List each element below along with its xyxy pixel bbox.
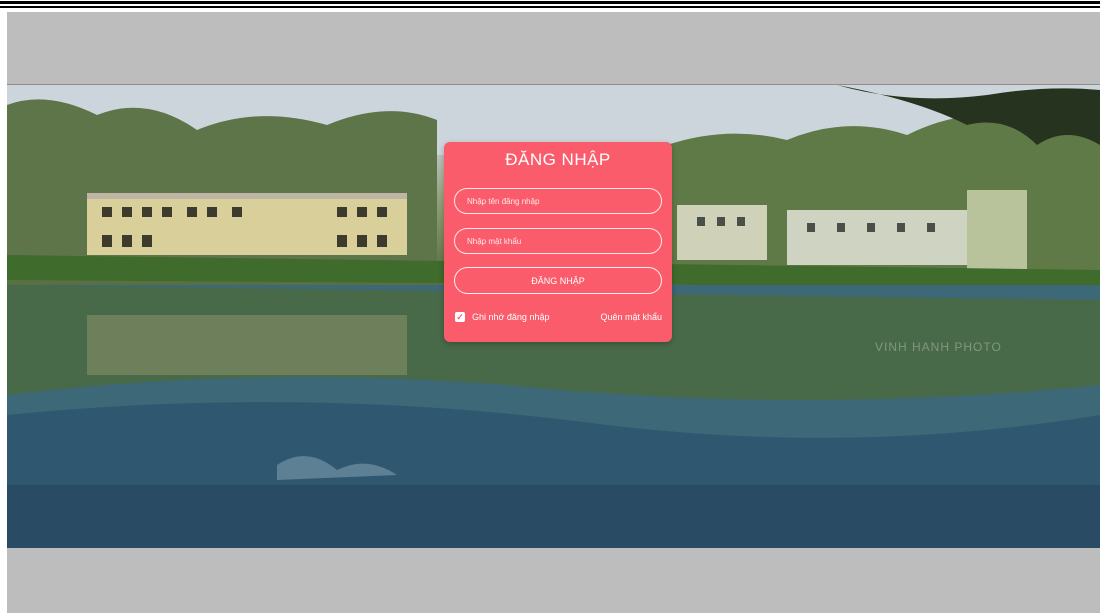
- login-card: ĐĂNG NHẬP ĐĂNG NHẬP ✓ Ghi nhớ đăng nhập …: [444, 142, 672, 342]
- remember-label: Ghi nhớ đăng nhập: [472, 312, 550, 322]
- page-frame: VINH HANH PHOTO ĐĂNG NHẬP ĐĂNG NHẬP ✓ Gh…: [7, 12, 1100, 613]
- remember-checkbox[interactable]: ✓: [455, 312, 465, 322]
- login-title: ĐĂNG NHẬP: [505, 150, 611, 169]
- login-button[interactable]: ĐĂNG NHẬP: [454, 267, 662, 294]
- top-border: [0, 0, 1100, 12]
- photo-watermark: VINH HANH PHOTO: [875, 340, 1002, 354]
- forgot-password-link[interactable]: Quên mật khẩu: [600, 311, 662, 323]
- password-input[interactable]: [454, 228, 662, 254]
- username-input[interactable]: [454, 188, 662, 214]
- remember-me[interactable]: ✓ Ghi nhớ đăng nhập: [455, 311, 549, 323]
